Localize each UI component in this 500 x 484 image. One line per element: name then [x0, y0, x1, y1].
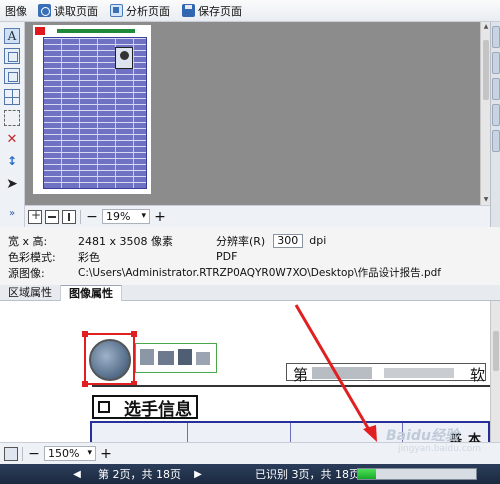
tab-area-properties[interactable]: 区域属性	[0, 285, 61, 301]
watermark-url: jingyan.baidu.com	[398, 444, 482, 454]
analyze-page-label: 分析页面	[126, 4, 170, 18]
image-properties-panel: 宽 x 高: 2481 x 3508 像素 分辨率(R) 300 dpi 色彩模…	[0, 227, 500, 285]
format-value: PDF	[216, 250, 238, 263]
thumbnail-logo	[35, 27, 45, 35]
delete-area-tool-icon[interactable]: ✕	[4, 132, 20, 148]
area-tools-column: A ✕ ↕ ➤ »	[0, 22, 25, 227]
arrow-head	[363, 425, 377, 442]
right-tab-2[interactable]	[492, 52, 500, 74]
preview-scrollbar[interactable]: ▲ ▼	[480, 22, 490, 205]
color-row: 色彩模式: 彩色 PDF	[8, 249, 237, 264]
picture-area-tool-icon[interactable]	[4, 68, 20, 84]
tab-image-properties[interactable]: 图像属性	[61, 285, 122, 301]
zoom-separator	[22, 446, 23, 461]
fit-page-icon[interactable]	[28, 208, 42, 224]
background-area-tool-icon[interactable]	[4, 110, 20, 126]
right-tab-4[interactable]	[492, 104, 500, 126]
select-arrow-tool-icon[interactable]: ➤	[4, 176, 20, 192]
recognition-progress-bar	[357, 468, 477, 480]
properties-tabs: 区域属性 图像属性	[0, 285, 500, 301]
thumbnail-title-bar	[57, 29, 135, 33]
size-label: 宽 x 高:	[8, 234, 48, 248]
main-toolbar: 图像 读取页面 分析页面 保存页面	[0, 0, 500, 22]
scroll-down-icon[interactable]: ▼	[482, 196, 490, 204]
read-page-icon	[38, 4, 51, 17]
right-panel-tabs	[490, 22, 500, 227]
save-page-label: 保存页面	[198, 4, 242, 18]
doc-zoom-select[interactable]: 150%	[44, 446, 96, 461]
expand-tools-icon[interactable]: »	[4, 206, 20, 222]
size-value: 2481 x 3508 像素	[78, 234, 173, 248]
thumbnail-photo	[115, 47, 133, 69]
analyze-page-button[interactable]: 分析页面	[110, 3, 170, 19]
current-page-text: 第 2页，共 18页	[98, 468, 181, 481]
recognized-pages-text: 已识别 3页，共 18页	[255, 468, 360, 481]
zoom-separator	[80, 209, 81, 224]
doc-zoom-out-button[interactable]: −	[27, 446, 41, 462]
next-page-icon[interactable]: ▶	[191, 469, 205, 480]
fit-width-icon[interactable]	[45, 209, 59, 224]
table-area-tool-icon[interactable]	[4, 89, 20, 105]
document-view[interactable]: 第 软 选手信息 基本信	[0, 301, 490, 442]
sort-areas-tool-icon[interactable]: ↕	[4, 153, 20, 169]
fit-height-icon[interactable]	[62, 209, 76, 224]
size-row: 宽 x 高: 2481 x 3508 像素 分辨率(R) 300 dpi	[8, 233, 326, 248]
right-tab-3[interactable]	[492, 78, 500, 100]
source-row: 源图像: C:\Users\Administrator.RTRZP0AQYR0W…	[8, 265, 441, 280]
page-preview-pane: ▲ ▼	[25, 22, 490, 205]
read-page-label: 读取页面	[54, 4, 98, 18]
annotation-arrow	[294, 304, 377, 442]
zoom-select[interactable]: 19%	[102, 209, 150, 224]
text-area-tool-icon[interactable]: A	[4, 28, 20, 44]
recognition-progress-fill	[358, 469, 376, 479]
document-scroll-thumb[interactable]	[493, 331, 499, 371]
right-tab-5[interactable]	[492, 130, 500, 152]
dpi-unit: dpi	[309, 234, 327, 247]
right-tab-1[interactable]	[492, 26, 500, 48]
watermark-logo: Baidu经验	[386, 428, 459, 444]
save-page-button[interactable]: 保存页面	[182, 3, 242, 19]
analyze-page-icon	[110, 4, 123, 17]
color-mode-value: 彩色	[78, 250, 100, 264]
save-page-icon	[182, 4, 195, 17]
source-image-path: C:\Users\Administrator.RTRZP0AQYR0W7XO\D…	[78, 267, 441, 279]
preview-scroll-thumb[interactable]	[483, 40, 489, 100]
preview-zoom-bar: − 19% +	[25, 205, 490, 227]
color-mode-label: 色彩模式:	[8, 250, 56, 264]
dpi-label: 分辨率(R)	[216, 234, 266, 248]
page-thumbnail[interactable]	[33, 25, 151, 194]
source-image-label: 源图像:	[8, 266, 45, 280]
scroll-up-icon[interactable]: ▲	[482, 23, 490, 31]
zoom-out-button[interactable]: −	[85, 209, 99, 225]
image-area-tool-icon[interactable]	[4, 48, 20, 64]
zoom-in-button[interactable]: +	[153, 209, 167, 225]
arrow-shaft	[294, 304, 374, 436]
view-mode-icon[interactable]	[4, 446, 18, 461]
document-scrollbar[interactable]	[490, 301, 500, 442]
doc-zoom-in-button[interactable]: +	[99, 446, 113, 462]
dpi-input[interactable]: 300	[273, 233, 304, 248]
read-page-button[interactable]: 读取页面	[38, 3, 98, 19]
previous-page-icon[interactable]: ◀	[70, 469, 84, 480]
panel-title: 图像	[5, 4, 27, 18]
